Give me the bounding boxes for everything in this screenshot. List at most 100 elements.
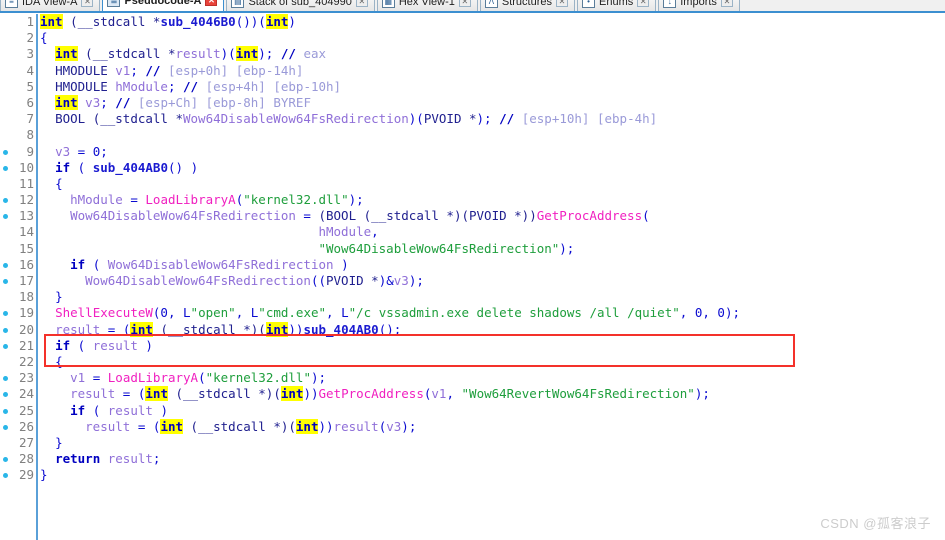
line-number: 7	[26, 111, 34, 127]
code-text[interactable]: int (__stdcall *sub_4046B0())(int)	[40, 14, 296, 30]
watermark-text: CSDN @孤客浪子	[820, 516, 931, 531]
code-line[interactable]: 16 if ( Wow64DisableWow64FsRedirection )	[0, 257, 945, 273]
code-text[interactable]: BOOL (__stdcall *Wow64DisableWow64FsRedi…	[40, 111, 657, 127]
tab-hex-view-1[interactable]: ▦ Hex View-1 ✕	[376, 0, 478, 11]
code-line[interactable]: 8	[0, 127, 945, 143]
code-text[interactable]: v3 = 0;	[40, 144, 108, 160]
tab-structures[interactable]: Λ Structures ✕	[479, 0, 575, 11]
tab-imports[interactable]: ↓ Imports ✕	[658, 0, 740, 11]
tab-pseudocode-a[interactable]: ≣ Pseudocode-A ✕	[102, 0, 225, 11]
code-line[interactable]: 12 hModule = LoadLibraryA("kernel32.dll"…	[0, 192, 945, 208]
code-text[interactable]: result = (int (__stdcall *)(int))sub_404…	[40, 321, 401, 338]
code-text[interactable]: if ( Wow64DisableWow64FsRedirection )	[40, 257, 349, 273]
line-number: 26	[18, 418, 34, 434]
code-text[interactable]: }	[40, 467, 48, 483]
line-number: 24	[18, 386, 34, 402]
tab-label: IDA View-A	[22, 0, 78, 8]
code-line[interactable]: 20 result = (int (__stdcall *)(int))sub_…	[0, 321, 945, 338]
code-line[interactable]: 6 int v3; // [esp+Ch] [ebp-8h] BYREF	[0, 94, 945, 111]
ida-view-icon: ≡	[5, 0, 18, 8]
tab-label: Hex View-1	[398, 0, 455, 8]
code-text[interactable]: if ( sub_404AB0() )	[40, 160, 198, 176]
code-text[interactable]: int v3; // [esp+Ch] [ebp-8h] BYREF	[40, 94, 311, 111]
code-line[interactable]: 2{	[0, 30, 945, 46]
code-line[interactable]: 15 "Wow64DisableWow64FsRedirection");	[0, 241, 945, 257]
code-text[interactable]: "Wow64DisableWow64FsRedirection");	[40, 241, 574, 257]
line-number: 9	[26, 143, 34, 159]
tab-label: Imports	[680, 0, 717, 8]
code-line[interactable]: 14 hModule,	[0, 224, 945, 240]
line-number: 5	[26, 78, 34, 94]
code-text[interactable]: {	[40, 30, 48, 46]
code-text[interactable]: {	[40, 176, 63, 192]
tab-close-icon[interactable]: ✕	[205, 0, 218, 6]
code-text[interactable]: HMODULE hModule; // [esp+4h] [ebp-10h]	[40, 79, 341, 95]
line-number: 23	[18, 370, 34, 386]
code-line-list[interactable]: 1 int (__stdcall *sub_4046B0())(int) 2{3 i…	[0, 14, 945, 483]
code-text[interactable]: hModule,	[40, 224, 378, 240]
tab-enums[interactable]: • Enums ✕	[577, 0, 657, 11]
code-line[interactable]: 25 if ( result )	[0, 403, 945, 419]
line-number: 22	[18, 353, 34, 369]
tab-close-icon[interactable]: ✕	[458, 0, 471, 7]
code-line[interactable]: 11 {	[0, 176, 945, 192]
code-line[interactable]: 23 v1 = LoadLibraryA("kernel32.dll");	[0, 370, 945, 386]
code-line[interactable]: 22 {	[0, 354, 945, 370]
code-text[interactable]: int (__stdcall *result)(int); // eax	[40, 46, 326, 62]
code-text[interactable]: result = (int (__stdcall *)(int))result(…	[40, 418, 416, 435]
code-line[interactable]: 5 HMODULE hModule; // [esp+4h] [ebp-10h]	[0, 79, 945, 95]
pseudocode-icon: ≣	[107, 0, 121, 7]
code-line[interactable]: 29}	[0, 467, 945, 483]
code-line[interactable]: 7 BOOL (__stdcall *Wow64DisableWow64FsRe…	[0, 111, 945, 127]
code-text[interactable]: HMODULE v1; // [esp+0h] [ebp-14h]	[40, 63, 303, 79]
tab-label: Structures	[501, 0, 552, 8]
line-number: 16	[18, 256, 34, 272]
code-line[interactable]: 1 int (__stdcall *sub_4046B0())(int)	[0, 14, 945, 30]
line-number: 3	[26, 46, 34, 62]
code-line[interactable]: 4 HMODULE v1; // [esp+0h] [ebp-14h]	[0, 63, 945, 79]
code-text[interactable]: if ( result )	[40, 403, 168, 419]
code-text[interactable]: return result;	[40, 451, 160, 467]
code-line[interactable]: 21 if ( result )	[0, 338, 945, 354]
editor-tab-bar[interactable]: ≡ IDA View-A ✕ ≣ Pseudocode-A ✕ ▤ Stack of sub_…	[0, 0, 945, 13]
tab-close-icon[interactable]: ✕	[720, 0, 733, 7]
code-line[interactable]: 17 Wow64DisableWow64FsRedirection((PVOID…	[0, 273, 945, 289]
code-text[interactable]: {	[40, 354, 63, 370]
code-line[interactable]: 19 ShellExecuteW(0, L"open", L"cmd.exe",…	[0, 305, 945, 321]
tab-close-icon[interactable]: ✕	[637, 0, 650, 7]
code-line[interactable]: 18 }	[0, 289, 945, 305]
code-line[interactable]: 13 Wow64DisableWow64FsRedirection = (BOO…	[0, 208, 945, 224]
code-line[interactable]: 27 }	[0, 435, 945, 451]
code-text[interactable]: }	[40, 289, 63, 305]
code-line[interactable]: 24 result = (int (__stdcall *)(int))GetP…	[0, 386, 945, 402]
tab-close-icon[interactable]: ✕	[556, 0, 568, 7]
code-line[interactable]: 3 int (__stdcall *result)(int); // eax	[0, 46, 945, 62]
line-number: 18	[18, 289, 34, 305]
code-line[interactable]: 9 v3 = 0;	[0, 144, 945, 160]
code-text[interactable]: result = (int (__stdcall *)(int))GetProc…	[40, 386, 710, 402]
tab-close-icon[interactable]: ✕	[81, 0, 94, 7]
code-text[interactable]: Wow64DisableWow64FsRedirection = (BOOL (…	[40, 208, 650, 224]
tab-label: Pseudocode-A	[124, 0, 202, 7]
tab-close-icon[interactable]: ✕	[355, 0, 368, 7]
code-line[interactable]: 28 return result;	[0, 451, 945, 467]
line-number: 8	[26, 127, 34, 143]
code-text[interactable]: Wow64DisableWow64FsRedirection((PVOID *)…	[40, 273, 424, 289]
tab-stack-of-sub-404990[interactable]: ▤ Stack of sub_404990 ✕	[226, 0, 375, 11]
line-number: 27	[18, 434, 34, 450]
code-text[interactable]: ShellExecuteW(0, L"open", L"cmd.exe", L"…	[40, 305, 740, 321]
code-text[interactable]: }	[40, 435, 63, 451]
line-number: 12	[18, 192, 34, 208]
tab-ida-view-a[interactable]: ≡ IDA View-A ✕	[0, 0, 101, 11]
line-number: 15	[18, 240, 34, 256]
structures-icon: Λ	[484, 0, 498, 8]
code-text[interactable]: v1 = LoadLibraryA("kernel32.dll");	[40, 370, 326, 386]
pseudocode-code-view[interactable]: 1 int (__stdcall *sub_4046B0())(int) 2{3 i…	[0, 14, 945, 540]
enums-icon: •	[582, 0, 595, 8]
line-number: 28	[18, 451, 34, 467]
code-line[interactable]: 10 if ( sub_404AB0() )	[0, 160, 945, 176]
code-text[interactable]: hModule = LoadLibraryA("kernel32.dll");	[40, 192, 364, 208]
code-text[interactable]: if ( result )	[40, 338, 153, 354]
code-line[interactable]: 26 result = (int (__stdcall *)(int))resu…	[0, 418, 945, 435]
tab-label: Stack of sub_404990	[248, 0, 352, 8]
